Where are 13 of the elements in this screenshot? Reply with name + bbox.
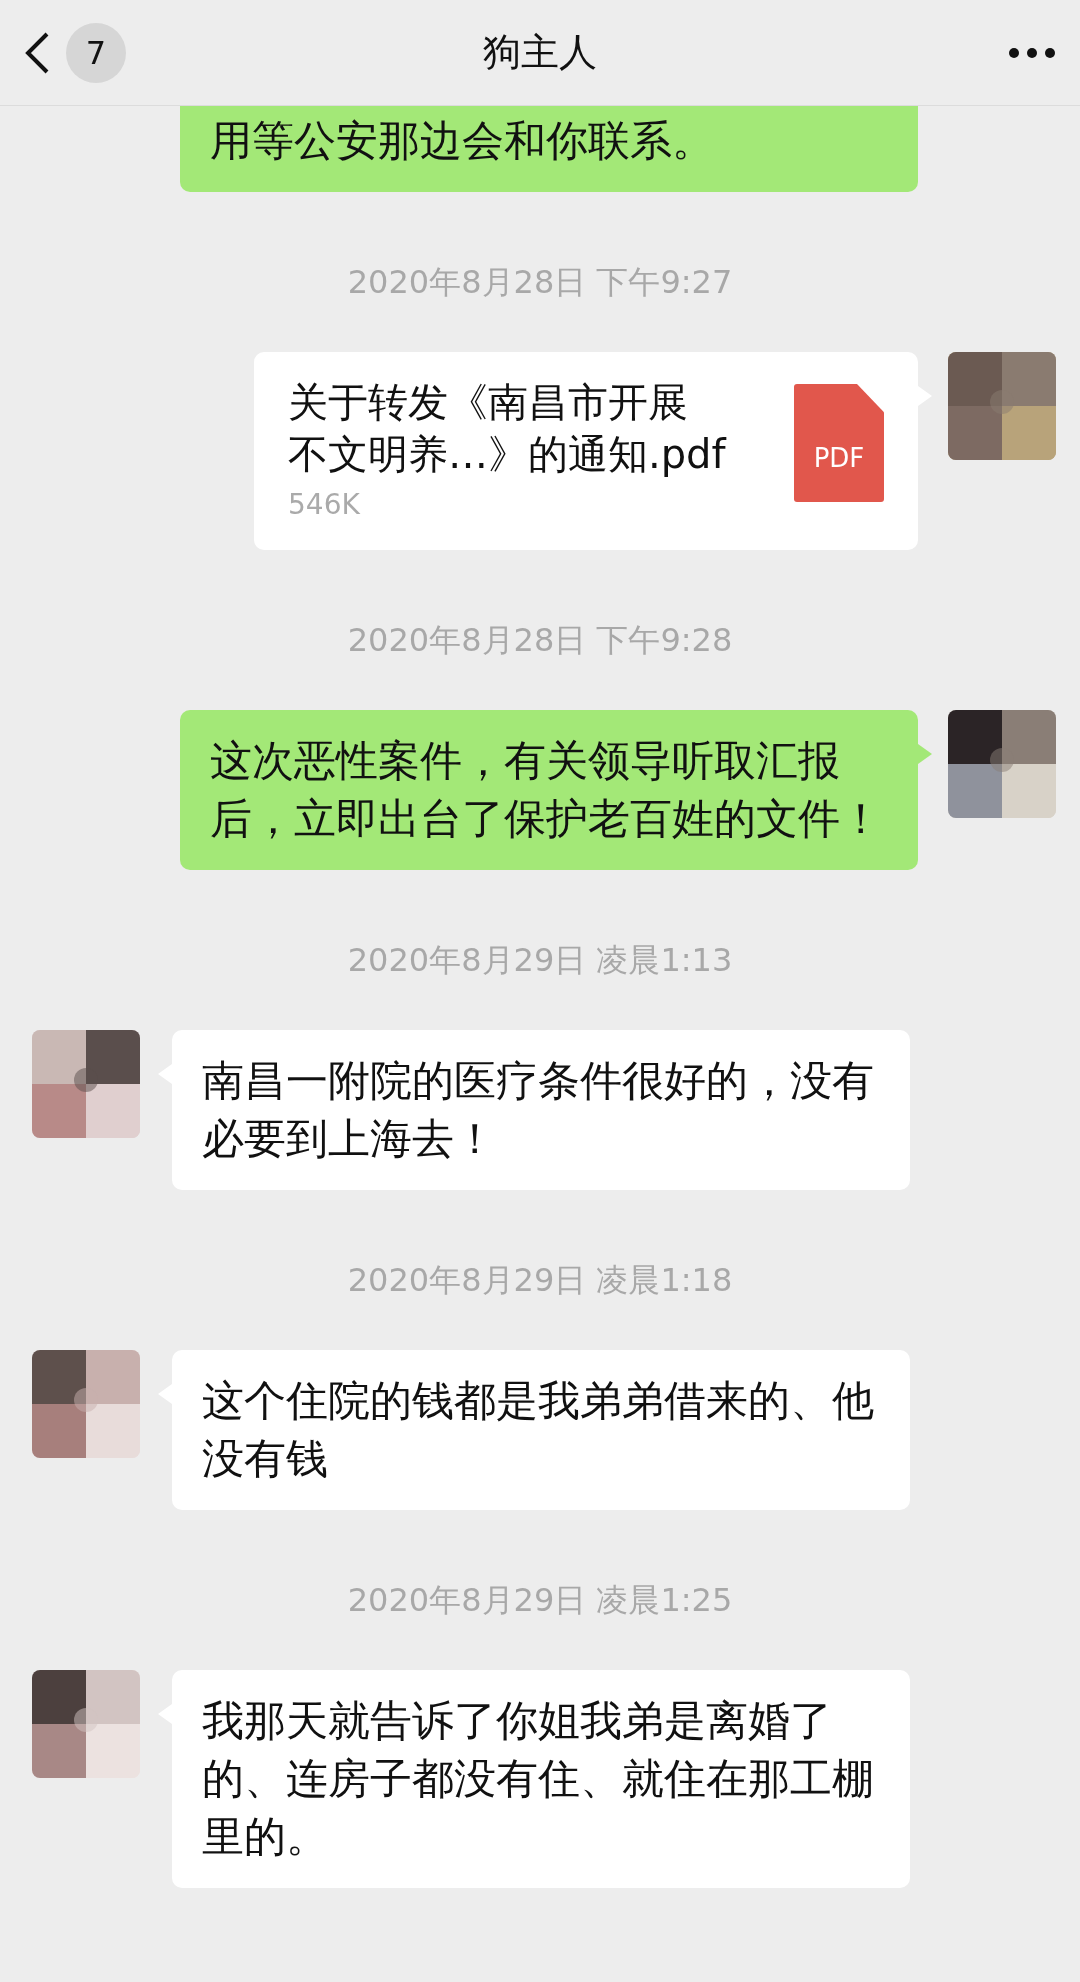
timestamp: 2020年8月28日 下午9:27 [347, 262, 733, 302]
timestamp: 2020年8月28日 下午9:28 [347, 620, 733, 660]
file-name: 关于转发《南昌市开展 [288, 378, 688, 427]
unread-count: 7 [66, 22, 126, 83]
more-icon[interactable] [1008, 46, 1056, 59]
file-size: 546K [288, 487, 360, 523]
timestamp: 2020年8月29日 凌晨1:13 [347, 940, 733, 980]
back-icon[interactable] [24, 30, 50, 75]
timestamp: 2020年8月29日 凌晨1:25 [347, 1580, 733, 1620]
timestamp: 2020年8月29日 凌晨1:18 [347, 1260, 733, 1300]
file-name: 不文明养…》的通知.pdf [288, 430, 726, 479]
chat-title: 狗主人 [483, 29, 597, 76]
pdf-file-icon: PDF [794, 384, 884, 502]
